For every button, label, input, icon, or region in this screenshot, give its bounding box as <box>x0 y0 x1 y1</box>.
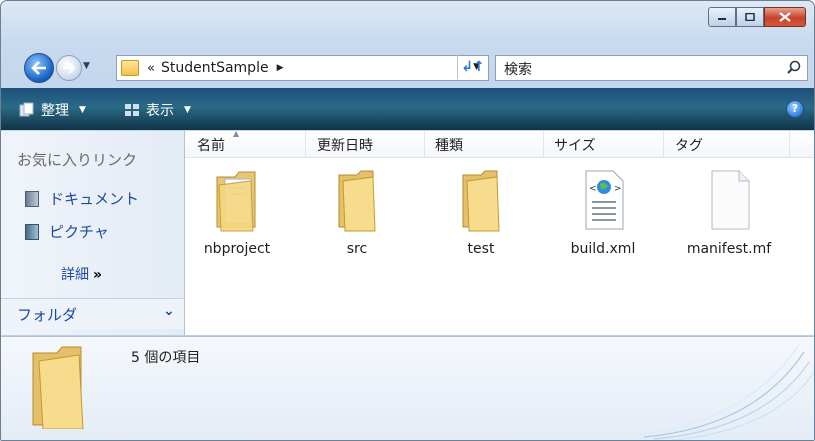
favorites-title: お気に入りリンク <box>17 151 138 169</box>
arrow-left-icon <box>31 61 46 75</box>
caption-buttons <box>708 7 806 27</box>
file-name: build.xml <box>570 241 636 257</box>
help-button[interactable]: ? <box>786 100 804 118</box>
folder-with-files-icon <box>216 171 256 232</box>
file-list: 名前 ▲ 更新日時 種類 サイズ タグ nbproject src test <… <box>185 129 814 335</box>
views-menu[interactable]: 表示 ▼ <box>124 100 191 120</box>
column-separator[interactable] <box>789 131 790 157</box>
organize-label: 整理 <box>41 103 69 119</box>
back-button[interactable] <box>24 53 54 83</box>
blank-file-icon <box>711 170 750 230</box>
column-separator[interactable] <box>305 131 306 157</box>
file-item-test[interactable]: test <box>431 169 531 269</box>
maximize-button[interactable] <box>736 7 764 27</box>
nav-link-documents[interactable]: ドキュメント <box>25 188 139 209</box>
documents-icon <box>25 190 39 207</box>
column-type[interactable]: 種類 <box>435 135 463 155</box>
views-caret-icon: ▼ <box>184 105 191 115</box>
xml-file-icon: < > <box>585 170 624 230</box>
nav-link-label: ピクチャ <box>49 223 109 241</box>
search-placeholder: 検索 <box>504 62 532 78</box>
navigation-pane: お気に入りリンク ドキュメント ピクチャ 詳細» フォルダ ⌄ <box>1 131 185 335</box>
folder-icon <box>338 170 376 232</box>
history-dropdown[interactable]: ▼ <box>83 61 90 71</box>
column-separator[interactable] <box>424 131 425 157</box>
minimize-button[interactable] <box>708 7 736 27</box>
command-toolbar: 整理 ▼ 表示 ▼ ? <box>1 88 814 130</box>
breadcrumb-arrow-icon[interactable]: ▶ <box>277 63 284 73</box>
column-separator[interactable] <box>543 131 544 157</box>
column-tags[interactable]: タグ <box>675 135 703 155</box>
arrow-right-icon <box>63 62 76 74</box>
organize-icon <box>19 102 34 117</box>
explorer-window: ▼ « StudentSample ▶ ▼ ↲↑ 検索 整理 ▼ 表示 ▼ ? … <box>0 0 815 441</box>
breadcrumb-overflow[interactable]: « <box>147 61 155 76</box>
refresh-button[interactable]: ↲↑ <box>457 55 488 79</box>
svg-text:>: > <box>614 184 622 194</box>
file-item-manifest-mf[interactable]: manifest.mf <box>679 169 779 269</box>
close-icon <box>779 12 791 22</box>
maximize-icon <box>745 13 755 21</box>
column-separator[interactable] <box>663 131 664 157</box>
chevron-down-icon: ⌄ <box>163 303 175 319</box>
search-input[interactable]: 検索 <box>495 55 808 81</box>
organize-caret-icon: ▼ <box>79 105 86 115</box>
close-button[interactable] <box>764 7 806 27</box>
folders-toggle[interactable]: フォルダ ⌄ <box>1 298 184 329</box>
file-name: test <box>467 241 495 257</box>
help-icon: ? <box>791 102 799 115</box>
column-name[interactable]: 名前 <box>197 135 225 155</box>
views-icon <box>125 104 139 116</box>
more-link[interactable]: 詳細» <box>61 264 102 284</box>
file-item-nbproject[interactable]: nbproject <box>187 169 287 269</box>
nav-link-pictures[interactable]: ピクチャ <box>25 221 109 242</box>
breadcrumb-current[interactable]: StudentSample <box>161 60 269 76</box>
file-item-build-xml[interactable]: < > build.xml <box>553 169 653 269</box>
pictures-icon <box>25 223 39 240</box>
svg-text:<: < <box>589 184 597 194</box>
minimize-icon <box>718 18 726 20</box>
refresh-icon: ↲↑ <box>461 59 485 75</box>
organize-menu[interactable]: 整理 ▼ <box>19 100 86 120</box>
file-name: manifest.mf <box>686 241 772 257</box>
folder-icon <box>32 346 84 429</box>
folder-icon <box>121 60 139 76</box>
forward-button[interactable] <box>56 55 82 81</box>
details-pane: 5 個の項目 <box>1 336 814 440</box>
decorative-swoosh <box>633 344 814 440</box>
address-bar[interactable]: « StudentSample ▶ ▼ <box>116 55 489 81</box>
more-label: 詳細 <box>61 267 89 283</box>
folders-label: フォルダ <box>17 306 78 324</box>
nav-link-label: ドキュメント <box>49 190 140 208</box>
folder-icon <box>462 170 500 232</box>
item-count: 5 個の項目 <box>131 350 201 366</box>
more-chevrons-icon: » <box>93 267 103 283</box>
column-modified[interactable]: 更新日時 <box>317 135 373 155</box>
sort-ascending-icon: ▲ <box>233 129 240 138</box>
file-name: src <box>346 241 368 257</box>
column-headers: 名前 ▲ 更新日時 種類 サイズ タグ <box>185 129 814 158</box>
file-name: nbproject <box>203 241 271 257</box>
search-icon[interactable] <box>787 60 801 74</box>
file-item-src[interactable]: src <box>307 169 407 269</box>
views-label: 表示 <box>146 103 174 119</box>
column-size[interactable]: サイズ <box>554 135 596 155</box>
